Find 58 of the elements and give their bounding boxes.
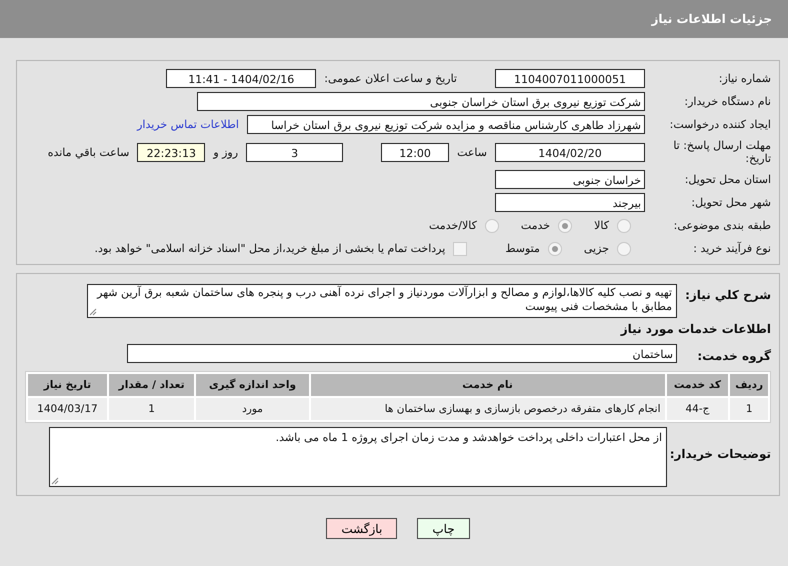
field-label: نام دستگاه خریدار: [683, 95, 771, 108]
field-label: شرح کلي نياز: [685, 287, 771, 302]
radio-button[interactable] [484, 218, 499, 232]
page-title: جزئیات اطلاعات نیاز [651, 12, 772, 26]
time-label: ساعت [457, 146, 487, 158]
radio-button[interactable] [617, 242, 631, 256]
resize-grip-icon [89, 308, 97, 316]
print-button[interactable]: چاپ [417, 518, 470, 539]
field-label: مهلت ارسال پاسخ: تا تاریخ: [672, 139, 771, 165]
section-heading: اطلاعات خدمات مورد نیاز [619, 322, 771, 336]
column-header: تعداد / مقدار [108, 374, 194, 396]
deadline-date-field: 1404/02/20 [495, 142, 645, 162]
radio-label: کالا/خدمت [429, 219, 477, 232]
service-group-field: ساختمان [127, 344, 677, 363]
table-cell: 1 [108, 398, 194, 420]
table-cell: 1404/03/17 [28, 398, 107, 420]
field-label: ایجاد کننده درخواست: [668, 118, 771, 131]
checkbox[interactable] [453, 242, 468, 256]
table-cell: مورد [196, 398, 309, 420]
buyer-contact-link[interactable]: اطلاعات تماس خریدار [137, 118, 239, 131]
column-header: کد خدمت [666, 374, 728, 396]
column-header: واحد اندازه گیری [196, 374, 309, 396]
table-cell: ج-44 [666, 398, 728, 420]
column-header: تاریخ نیاز [28, 374, 107, 396]
field-label: تاریخ و ساعت اعلان عمومی: [324, 72, 457, 85]
radio-button[interactable] [548, 242, 562, 256]
buyer-name-field: شرکت توزیع نیروی برق استان خراسان جنوبی [197, 92, 645, 111]
field-label: شهر محل تحویل: [690, 196, 771, 209]
description-text: تهیه و نصب کلیه کالاها،لوازم و مصالح و ابزارآلات موردنیاز و اجرای نرده آهنی درب و پنجره های ساختمان شعبه برق آرین شهر مطابق با مشخصات فنی پیوست [97, 286, 672, 313]
field-label: استان محل تحویل: [684, 173, 771, 186]
remaining-time-field: 22:23:13 [137, 142, 206, 162]
field-label: گروه خدمت: [696, 348, 771, 362]
radio-label: کالا [594, 219, 609, 232]
notes-text: از محل اعتبارات داخلی پرداخت خواهدشد و مدت زمان اجرای پروژه 1 ماه می باشد. [276, 431, 662, 444]
field-label: نوع فرآیند خرید : [692, 242, 771, 255]
back-button[interactable]: بازگشت [326, 518, 398, 539]
deadline-time-field: 12:00 [381, 142, 450, 162]
field-label: طبقه بندی موضوعی: [672, 219, 771, 232]
radio-label: جزیی [584, 242, 609, 255]
requester-field: شهرزاد طاهری کارشناس مناقصه و مزایده شرکت توزیع نیروی برق استان خراسا [247, 115, 645, 134]
radio-button[interactable] [617, 218, 631, 232]
column-header: ردیف [730, 374, 768, 396]
column-header: نام خدمت [310, 374, 664, 396]
radio-label: خدمت [520, 219, 550, 232]
radio-button[interactable] [558, 218, 572, 232]
table-cell: انجام کارهای متفرقه درخصوص بازسازی و بهسازی ساختمان ها [310, 398, 664, 420]
province-field: خراسان جنوبی [495, 170, 645, 189]
days-field: 3 [246, 142, 344, 162]
field-label: شماره نیاز: [718, 72, 771, 85]
resize-grip-icon [51, 477, 59, 485]
need-number-field: 1104007011000051 [495, 69, 645, 88]
announce-date-field: 1404/02/16 - 11:41 [166, 69, 316, 88]
remaining-label: ساعت باقي مانده [48, 146, 130, 158]
city-field: بیرجند [495, 193, 645, 212]
checkbox-label: پرداخت تمام یا بخشی از مبلغ خرید،از محل "اسناد خزانه اسلامی" خواهد بود. [94, 242, 446, 255]
days-label: روز و [213, 146, 238, 158]
table-cell: 1 [730, 398, 768, 420]
radio-label: متوسط [505, 242, 540, 255]
